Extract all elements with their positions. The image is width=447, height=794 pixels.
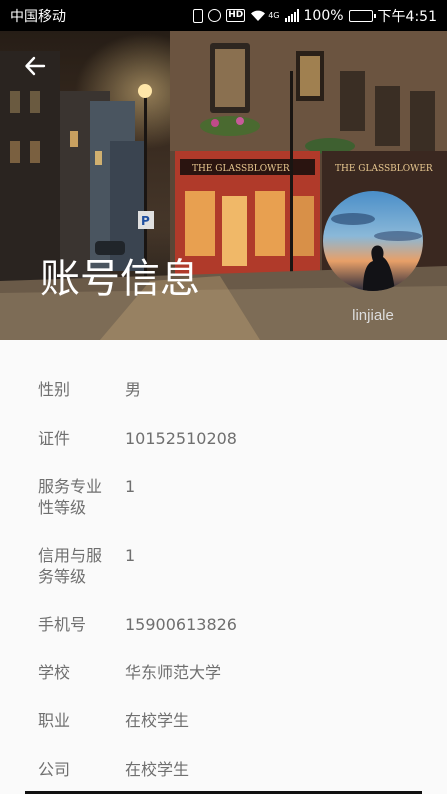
info-label: 证件 [38,429,71,448]
battery-icon [348,9,376,22]
account-info-screen: 中国移动 HD 4G 100% 下午4:51 THE GLASSBLOWER T… [0,0,447,794]
clock: 下午4:51 [377,8,437,25]
vibrate-icon [193,8,204,23]
svg-text:THE GLASSBLOWER: THE GLASSBLOWER [192,164,290,174]
info-value: 15900613826 [125,615,237,634]
arrow-left-icon [25,56,46,76]
alarm-icon [208,9,222,22]
info-label: 学校 [38,663,71,682]
info-label: 职业 [38,711,71,730]
avatar-image [323,191,423,291]
info-label: 公司 [38,760,71,779]
username: linjiale [352,307,394,324]
info-label: 信用与服务等级 [38,546,103,586]
info-label: 手机号 [38,615,87,634]
svg-text:P: P [141,214,150,228]
network-type: 4G [268,11,280,20]
info-value: 1 [125,477,136,496]
info-value: 1 [125,546,136,565]
info-label: 服务专业性等级 [38,477,103,517]
svg-text:THE GLASSBLOWER: THE GLASSBLOWER [335,164,433,174]
info-label: 性别 [38,380,71,399]
battery-percent: 100% [303,7,344,24]
hd-icon: HD [226,9,246,22]
info-value: 在校学生 [125,760,190,779]
carrier-name: 中国移动 [10,8,66,25]
signal-icon [284,9,299,22]
back-button[interactable] [18,49,52,83]
info-value: 华东师范大学 [125,663,222,682]
info-value: 男 [125,380,142,399]
wifi-icon [251,10,266,21]
status-bar: 中国移动 HD 4G 100% 下午4:51 [0,0,447,31]
header-banner: THE GLASSBLOWER THE GLASSBLOWER P 账号信息 l… [0,31,447,340]
page-title: 账号信息 [40,256,200,302]
info-value: 10152510208 [125,429,237,448]
info-value: 在校学生 [125,711,190,730]
avatar[interactable] [323,191,423,291]
